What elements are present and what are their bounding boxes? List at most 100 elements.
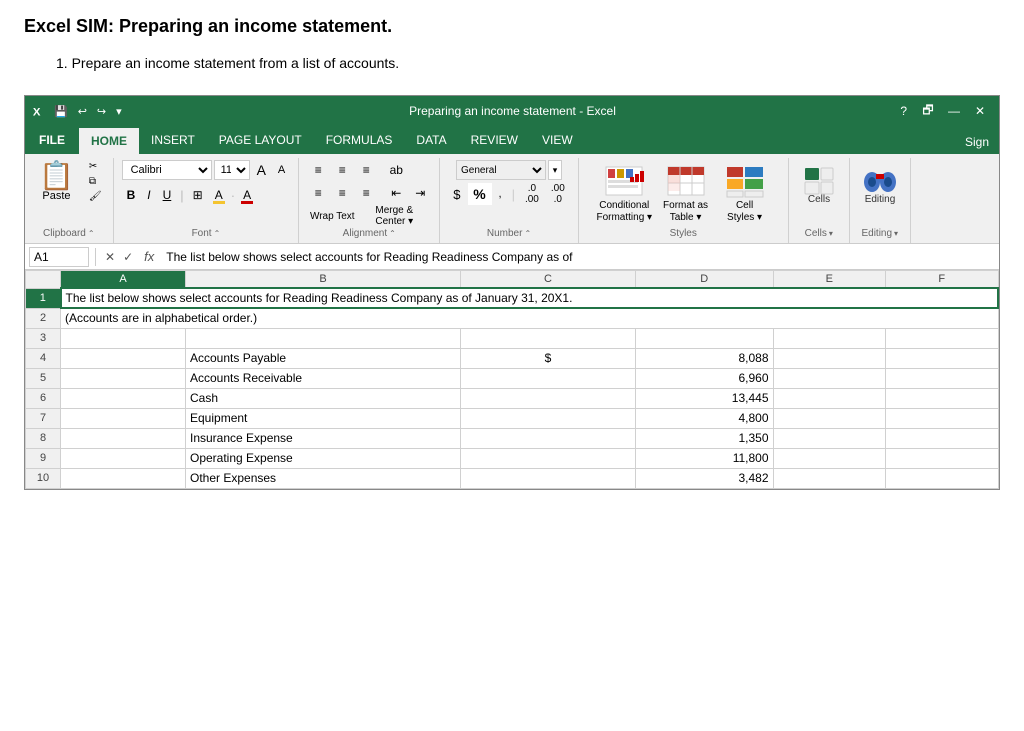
format-painter-button[interactable]: 🖌 xyxy=(86,190,105,203)
redo-quick-btn[interactable]: ↪ xyxy=(94,104,109,119)
increase-font-btn[interactable]: A xyxy=(252,160,271,180)
row-header-1[interactable]: 1 xyxy=(26,288,61,308)
number-expand-icon[interactable]: ⌃ xyxy=(524,229,531,238)
cell-b9[interactable]: Operating Expense xyxy=(186,448,461,468)
bold-button[interactable]: B xyxy=(122,185,141,205)
align-left-btn[interactable]: ≡ xyxy=(307,183,329,203)
cell-a1[interactable]: The list below shows select accounts for… xyxy=(61,288,999,308)
col-header-c[interactable]: C xyxy=(461,271,636,289)
cell-f5[interactable] xyxy=(886,368,999,388)
cell-e8[interactable] xyxy=(773,428,886,448)
cell-f4[interactable] xyxy=(886,348,999,368)
wrap-text-btn[interactable]: Wrap Text xyxy=(307,206,357,226)
cell-c9[interactable] xyxy=(461,448,636,468)
orientation-btn[interactable]: ab xyxy=(385,160,407,180)
cell-e6[interactable] xyxy=(773,388,886,408)
col-header-d[interactable]: D xyxy=(636,271,774,289)
enter-formula-btn[interactable]: ✓ xyxy=(120,249,136,265)
row-header-9[interactable]: 9 xyxy=(26,448,61,468)
cell-a7[interactable] xyxy=(61,408,186,428)
minimize-btn[interactable]: — xyxy=(941,100,967,122)
customize-quick-btn[interactable]: ▾ xyxy=(113,104,125,119)
tab-review[interactable]: REVIEW xyxy=(459,126,530,154)
cancel-formula-btn[interactable]: ✕ xyxy=(102,249,118,265)
cell-b7[interactable]: Equipment xyxy=(186,408,461,428)
percent-btn[interactable]: % xyxy=(468,183,492,205)
cell-e10[interactable] xyxy=(773,468,886,488)
row-header-4[interactable]: 4 xyxy=(26,348,61,368)
cell-reference-box[interactable]: A1 xyxy=(29,247,89,267)
border-button[interactable]: ⊞ xyxy=(188,185,208,205)
tab-pagelayout[interactable]: PAGE LAYOUT xyxy=(207,126,314,154)
align-bottom-btn[interactable]: ≡ xyxy=(355,160,377,180)
cell-f10[interactable] xyxy=(886,468,999,488)
cell-d9[interactable]: 11,800 xyxy=(636,448,774,468)
cell-a3[interactable] xyxy=(61,328,186,348)
cell-a2[interactable]: (Accounts are in alphabetical order.) xyxy=(61,308,999,328)
cut-button[interactable]: ✂ xyxy=(86,160,105,173)
indent-increase-btn[interactable]: ⇥ xyxy=(409,183,431,203)
editing-dropdown-icon[interactable]: ▾ xyxy=(894,229,898,238)
col-header-f[interactable]: F xyxy=(886,271,999,289)
cell-e3[interactable] xyxy=(773,328,886,348)
cell-d10[interactable]: 3,482 xyxy=(636,468,774,488)
format-as-table-button[interactable]: Format asTable ▾ xyxy=(658,160,713,226)
cell-e5[interactable] xyxy=(773,368,886,388)
cell-d7[interactable]: 4,800 xyxy=(636,408,774,428)
cell-a8[interactable] xyxy=(61,428,186,448)
cell-b6[interactable]: Cash xyxy=(186,388,461,408)
alignment-expand-icon[interactable]: ⌃ xyxy=(389,229,396,238)
cell-c4[interactable]: $ xyxy=(461,348,636,368)
paste-button[interactable]: 📋 Paste xyxy=(33,160,80,204)
decrease-decimal-btn[interactable]: .00.0 xyxy=(546,184,570,204)
cell-e9[interactable] xyxy=(773,448,886,468)
cell-styles-button[interactable]: CellStyles ▾ xyxy=(717,160,772,226)
cell-b4[interactable]: Accounts Payable xyxy=(186,348,461,368)
cell-a10[interactable] xyxy=(61,468,186,488)
font-expand-icon[interactable]: ⌃ xyxy=(214,229,221,238)
cell-f3[interactable] xyxy=(886,328,999,348)
cell-c5[interactable] xyxy=(461,368,636,388)
cell-f6[interactable] xyxy=(886,388,999,408)
font-name-select[interactable]: Calibri xyxy=(122,160,212,180)
increase-decimal-btn[interactable]: .0.00 xyxy=(520,184,544,204)
cell-f7[interactable] xyxy=(886,408,999,428)
editing-button[interactable]: Editing xyxy=(858,160,902,215)
cell-f8[interactable] xyxy=(886,428,999,448)
fill-color-button[interactable]: A xyxy=(210,185,228,205)
tab-view[interactable]: VIEW xyxy=(530,126,585,154)
cell-a5[interactable] xyxy=(61,368,186,388)
save-quick-btn[interactable]: 💾 xyxy=(51,104,71,119)
cell-c10[interactable] xyxy=(461,468,636,488)
align-right-btn[interactable]: ≡ xyxy=(355,183,377,203)
align-center-btn[interactable]: ≡ xyxy=(331,183,353,203)
tab-data[interactable]: DATA xyxy=(404,126,458,154)
align-middle-btn[interactable]: ≡ xyxy=(331,160,353,180)
row-header-8[interactable]: 8 xyxy=(26,428,61,448)
tab-formulas[interactable]: FORMULAS xyxy=(314,126,405,154)
cell-c6[interactable] xyxy=(461,388,636,408)
row-header-10[interactable]: 10 xyxy=(26,468,61,488)
cell-d5[interactable]: 6,960 xyxy=(636,368,774,388)
cell-b5[interactable]: Accounts Receivable xyxy=(186,368,461,388)
cell-b3[interactable] xyxy=(186,328,461,348)
font-color-button[interactable]: A xyxy=(238,185,256,205)
decrease-font-btn[interactable]: A xyxy=(273,160,290,180)
row-header-6[interactable]: 6 xyxy=(26,388,61,408)
cell-d8[interactable]: 1,350 xyxy=(636,428,774,448)
tab-file[interactable]: FILE xyxy=(25,126,79,154)
cell-d4[interactable]: 8,088 xyxy=(636,348,774,368)
cell-e7[interactable] xyxy=(773,408,886,428)
cell-a4[interactable] xyxy=(61,348,186,368)
formula-input[interactable] xyxy=(162,250,995,264)
tab-insert[interactable]: INSERT xyxy=(139,126,207,154)
conditional-formatting-button[interactable]: ConditionalFormatting ▾ xyxy=(594,160,654,226)
cell-d3[interactable] xyxy=(636,328,774,348)
cell-b8[interactable]: Insurance Expense xyxy=(186,428,461,448)
indent-decrease-btn[interactable]: ⇤ xyxy=(385,183,407,203)
comma-btn[interactable]: , xyxy=(494,184,507,204)
currency-btn[interactable]: $ xyxy=(448,184,465,204)
number-format-select[interactable]: General xyxy=(456,160,546,180)
cell-b10[interactable]: Other Expenses xyxy=(186,468,461,488)
row-header-7[interactable]: 7 xyxy=(26,408,61,428)
